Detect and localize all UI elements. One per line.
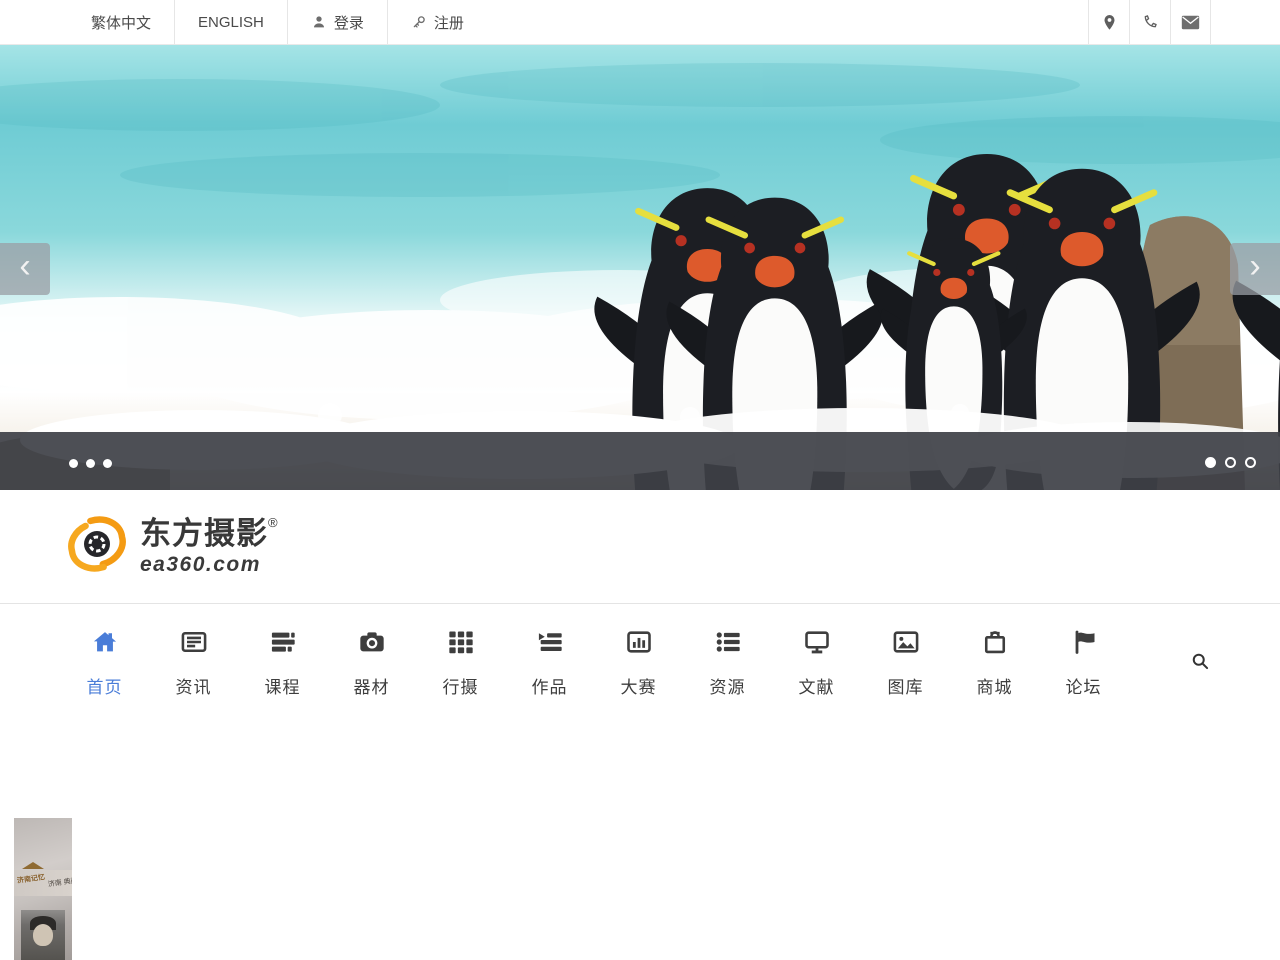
- hero-carousel: ‹ ›: [0, 45, 1280, 490]
- carousel-indicators: [1205, 457, 1256, 468]
- email-icon: [1181, 15, 1200, 30]
- location-button[interactable]: [1088, 0, 1129, 44]
- dot: [103, 459, 112, 468]
- thumb-roof-graphic: [22, 862, 44, 869]
- news-icon: [180, 628, 208, 661]
- nav-label-travel: 器材: [354, 673, 390, 698]
- nav-label-contest: 大赛: [621, 673, 657, 698]
- nav-item-works[interactable]: 作品: [505, 628, 594, 698]
- nav-item-contest[interactable]: 大赛: [594, 628, 683, 698]
- carousel-slide-image: [0, 45, 1280, 490]
- carousel-next-button[interactable]: ›: [1230, 243, 1280, 295]
- lang-english-label: ENGLISH: [198, 14, 264, 31]
- logo-text: 东方摄影 ® ea360.com: [140, 518, 278, 575]
- playlist-icon: [536, 628, 564, 661]
- main-nav: 首页 资讯 课程 器材: [0, 604, 1280, 716]
- lang-traditional-chinese[interactable]: 繁体中文: [68, 0, 174, 44]
- nav-label-home: 首页: [87, 673, 123, 698]
- phone-icon: [1142, 14, 1158, 30]
- user-icon: [311, 14, 327, 30]
- list-icon: [714, 628, 742, 661]
- carousel-indicator-3[interactable]: [1245, 457, 1256, 468]
- content-thumbnail[interactable]: 济南记忆 济南 典藏: [14, 818, 72, 960]
- carousel-indicator-2[interactable]: [1225, 457, 1236, 468]
- courses-icon: [269, 628, 297, 661]
- monitor-icon: [803, 628, 831, 661]
- carousel-left-dots: [69, 459, 112, 468]
- register-label: 注册: [434, 12, 464, 33]
- login-link[interactable]: 登录: [287, 0, 387, 44]
- email-button[interactable]: [1170, 0, 1211, 44]
- chevron-left-icon: ‹: [19, 249, 30, 283]
- logo-aperture-icon: [66, 515, 128, 578]
- topbar-contact-icons: [1088, 0, 1211, 44]
- page: 繁体中文 ENGLISH 登录 注册: [0, 0, 1280, 960]
- nav-label-mall: 商城: [977, 673, 1013, 698]
- image-icon: [892, 628, 920, 661]
- camera-icon: [358, 628, 386, 661]
- chevron-right-icon: ›: [1249, 249, 1260, 283]
- dot: [69, 459, 78, 468]
- nav-item-forum[interactable]: 论坛: [1039, 628, 1128, 698]
- nav-item-courses[interactable]: 课程: [238, 628, 327, 698]
- nav-item-home[interactable]: 首页: [60, 628, 149, 698]
- nav-label-travel-photo: 行摄: [443, 673, 479, 698]
- location-icon: [1102, 14, 1117, 31]
- site-domain: ea360.com: [140, 554, 278, 575]
- nav-label-works: 作品: [532, 673, 568, 698]
- carousel-prev-button[interactable]: ‹: [0, 243, 50, 295]
- shopping-bag-icon: [981, 628, 1009, 661]
- lang-english[interactable]: ENGLISH: [174, 0, 287, 44]
- nav-label-news: 资讯: [176, 673, 212, 698]
- search-button[interactable]: [1182, 645, 1218, 682]
- flag-icon: [1070, 628, 1098, 661]
- nav-label-documents: 文献: [799, 673, 835, 698]
- dot: [86, 459, 95, 468]
- topbar-links: 繁体中文 ENGLISH 登录 注册: [68, 0, 487, 44]
- register-link[interactable]: 注册: [387, 0, 487, 44]
- site-logo[interactable]: 东方摄影 ® ea360.com: [66, 515, 278, 578]
- lang-traditional-chinese-label: 繁体中文: [91, 12, 151, 33]
- nav-item-gallery[interactable]: 图库: [861, 628, 950, 698]
- search-icon: [1190, 658, 1210, 675]
- phone-button[interactable]: [1129, 0, 1170, 44]
- nav-label-resources: 资源: [710, 673, 746, 698]
- grid-icon: [447, 628, 475, 661]
- nav-item-news[interactable]: 资讯: [149, 628, 238, 698]
- nav-item-mall[interactable]: 商城: [950, 628, 1039, 698]
- registered-mark: ®: [268, 516, 278, 529]
- nav-item-equipment[interactable]: 器材: [327, 628, 416, 698]
- carousel-indicator-1[interactable]: [1205, 457, 1216, 468]
- thumb-portrait: [21, 910, 65, 960]
- nav-item-documents[interactable]: 文献: [772, 628, 861, 698]
- nav-label-forum: 论坛: [1066, 673, 1102, 698]
- site-title: 东方摄影: [140, 518, 268, 549]
- nav-item-travel-photo[interactable]: 行摄: [416, 628, 505, 698]
- topbar: 繁体中文 ENGLISH 登录 注册: [0, 0, 1280, 45]
- nav-label-courses: 课程: [265, 673, 301, 698]
- nav-label-gallery: 图库: [888, 673, 924, 698]
- carousel-caption-bar: [0, 432, 1280, 490]
- header: 东方摄影 ® ea360.com: [0, 490, 1280, 604]
- home-icon: [90, 628, 120, 661]
- nav-item-resources[interactable]: 资源: [683, 628, 772, 698]
- login-label: 登录: [334, 12, 364, 33]
- key-icon: [411, 14, 427, 30]
- bar-chart-icon: [625, 628, 653, 661]
